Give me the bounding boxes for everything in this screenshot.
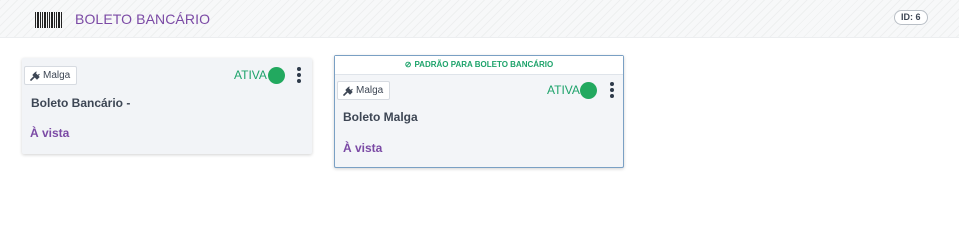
- integration-chip: Malga: [24, 66, 78, 85]
- integration-label: Malga: [356, 85, 384, 96]
- status-dot: [580, 82, 597, 99]
- integration-label: Malga: [43, 70, 71, 81]
- check-circle-icon: ⊘: [404, 60, 412, 69]
- page-title: BOLETO BANCÁRIO: [75, 11, 211, 27]
- page-header: BOLETO BANCÁRIO ID: 6: [0, 0, 959, 38]
- default-banner: ⊘ PADRÃO PARA BOLETO BANCÁRIO: [335, 56, 623, 75]
- method-name: Boleto Bancário -: [31, 96, 131, 110]
- plug-icon: [343, 85, 353, 96]
- more-options-icon[interactable]: [296, 67, 302, 84]
- method-name: Boleto Malga: [343, 110, 418, 124]
- more-options-icon[interactable]: [609, 82, 615, 99]
- plug-icon: [30, 70, 40, 81]
- payment-method-card-default[interactable]: ⊘ PADRÃO PARA BOLETO BANCÁRIO Malga ATIVA…: [334, 55, 624, 168]
- default-label: PADRÃO PARA BOLETO BANCÁRIO: [414, 60, 554, 69]
- payment-terms: À vista: [343, 141, 383, 155]
- status-label: ATIVA: [547, 83, 580, 97]
- status-dot: [268, 67, 285, 84]
- barcode-icon: [35, 12, 62, 28]
- payment-method-card[interactable]: Malga ATIVA Boleto Bancário - À vista: [22, 58, 312, 154]
- integration-chip: Malga: [337, 81, 391, 100]
- id-badge: ID: 6: [894, 10, 928, 25]
- status-label: ATIVA: [234, 68, 267, 82]
- payment-terms: À vista: [30, 126, 70, 140]
